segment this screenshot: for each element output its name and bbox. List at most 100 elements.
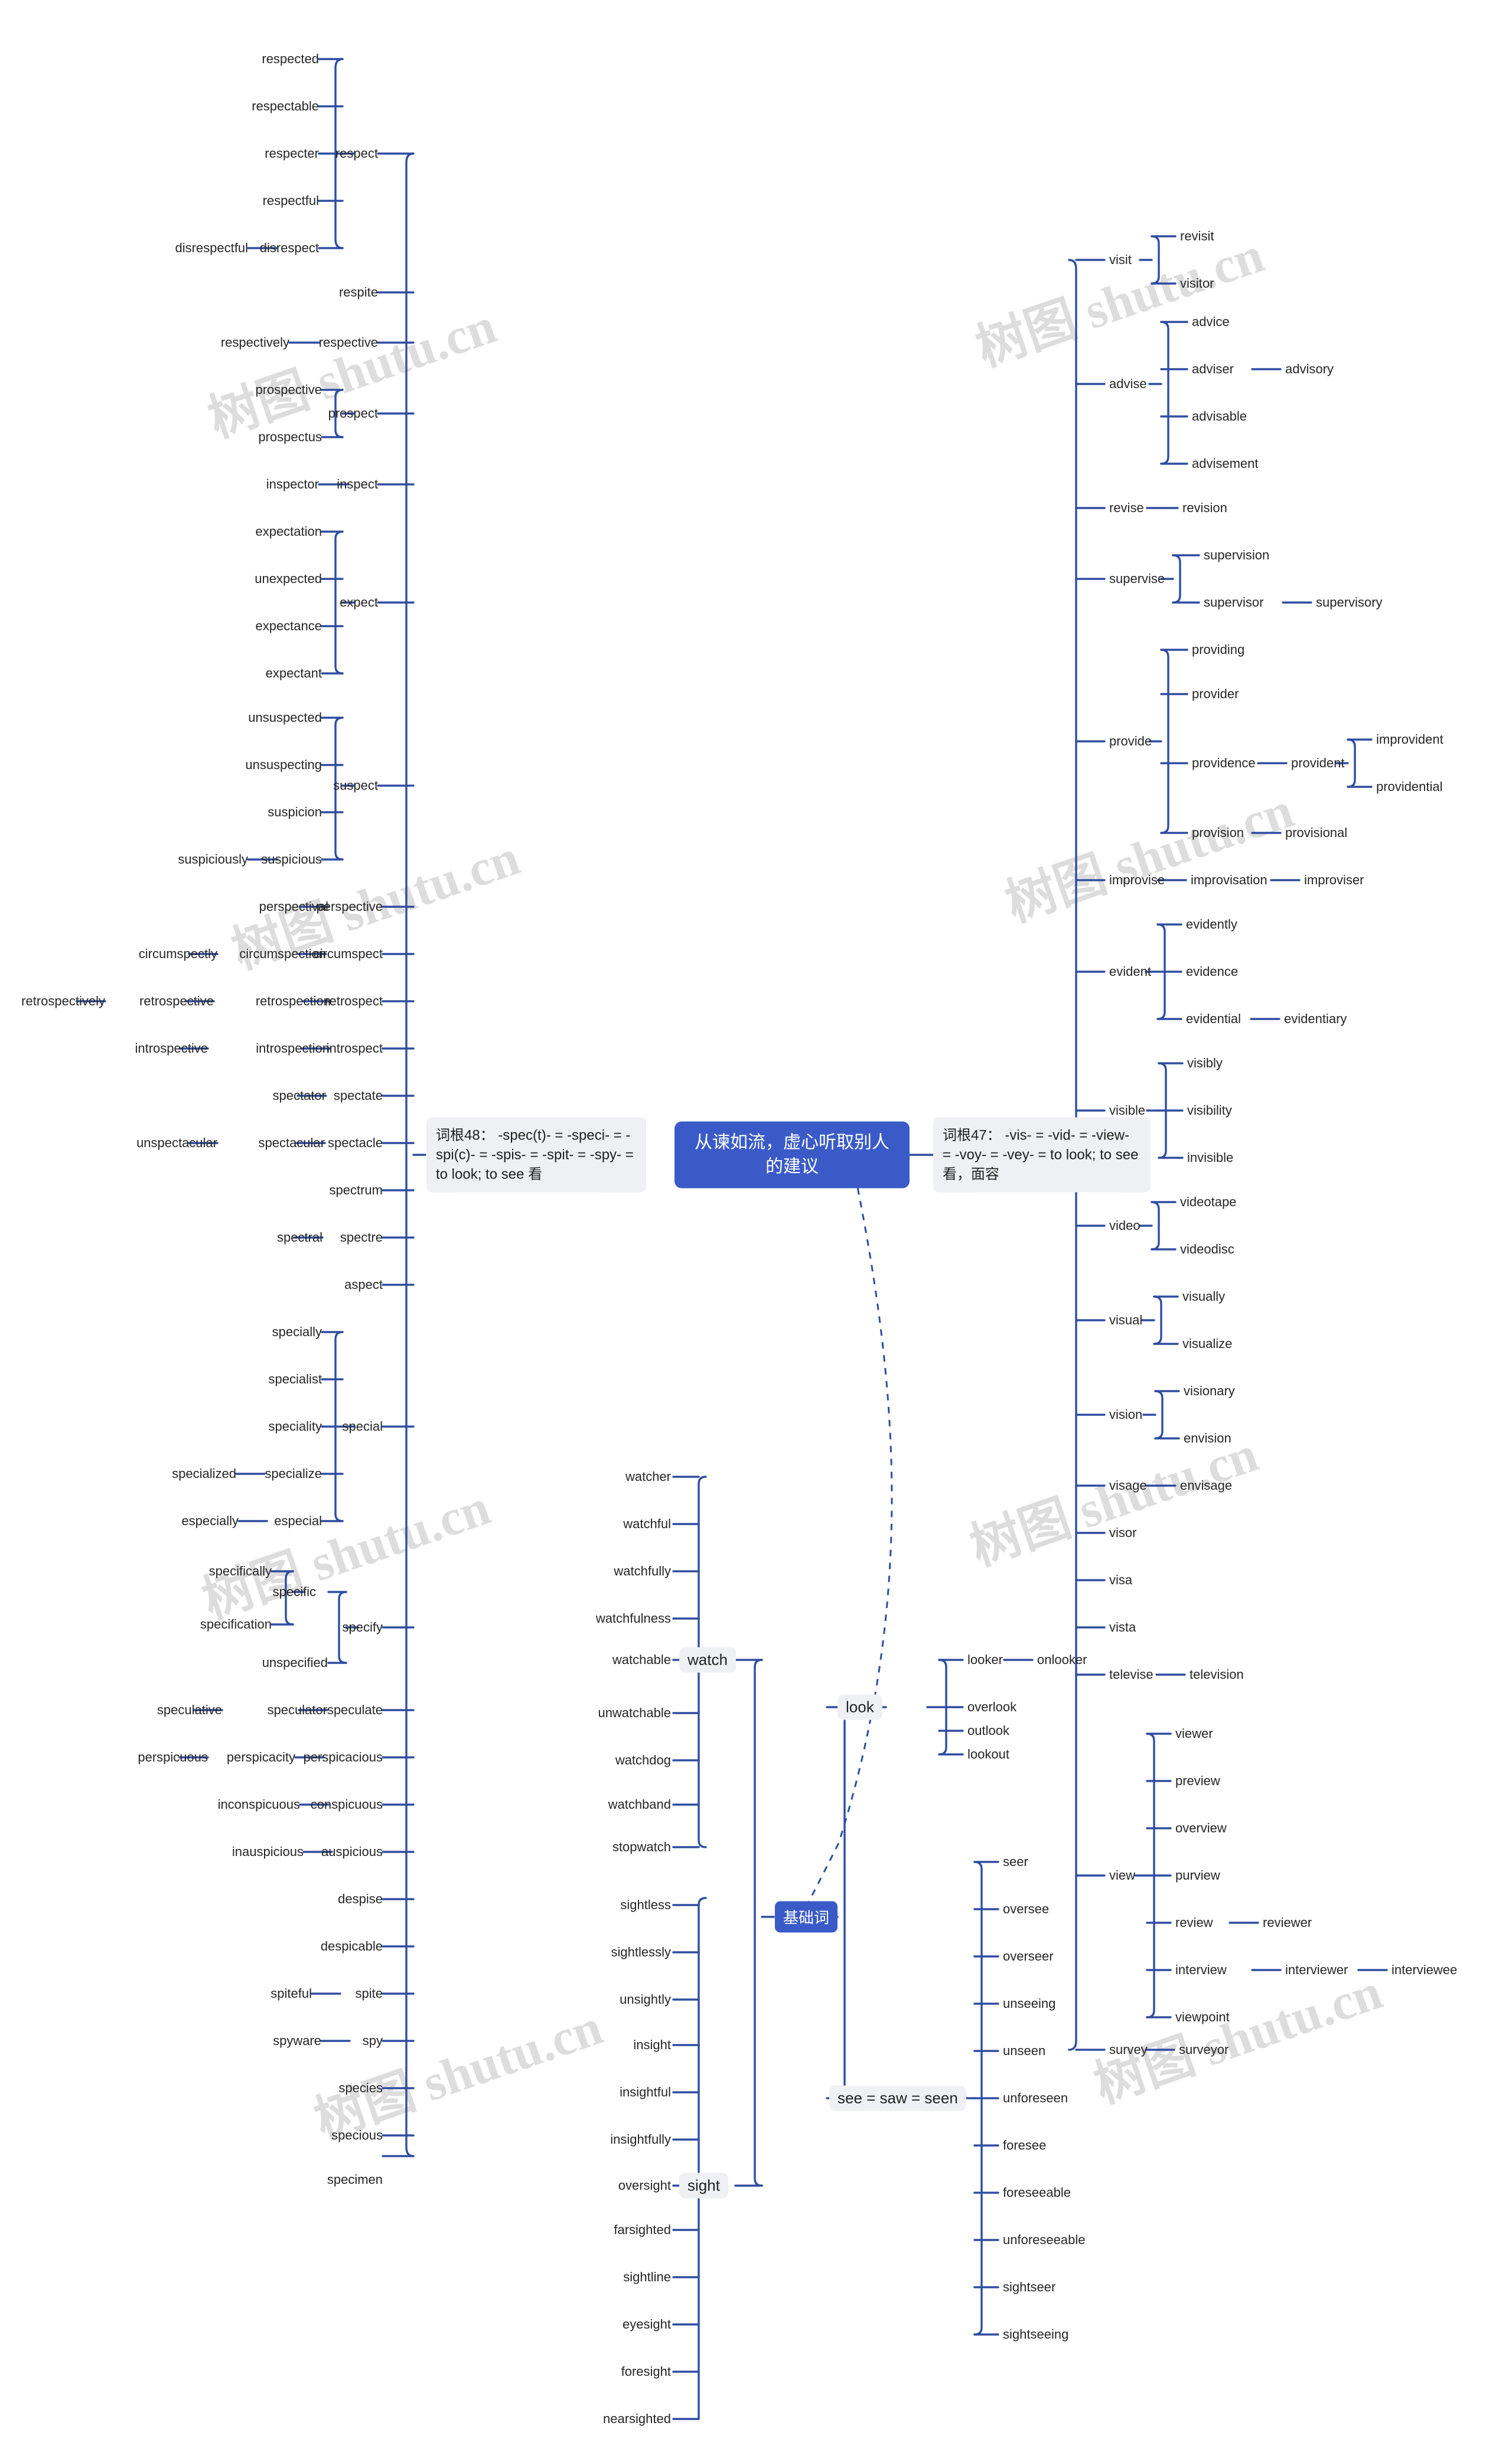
node-invisible[interactable]: invisible	[1187, 1151, 1233, 1164]
node-overseer[interactable]: overseer	[1003, 1950, 1054, 1963]
node-reviewer[interactable]: reviewer	[1263, 1916, 1312, 1929]
node-inspect[interactable]: inspect	[337, 478, 378, 491]
node-inauspicious[interactable]: inauspicious	[232, 1845, 304, 1858]
node-perspectival[interactable]: perspectival	[259, 900, 328, 913]
node-preview[interactable]: preview	[1175, 1774, 1220, 1787]
node-visor[interactable]: visor	[1109, 1526, 1136, 1539]
node-advise[interactable]: advise	[1109, 377, 1147, 390]
node-introspective[interactable]: introspective	[135, 1042, 208, 1055]
node-retrospectively[interactable]: retrospectively	[21, 995, 105, 1008]
node-prospectus[interactable]: prospectus	[258, 431, 322, 444]
node-vista[interactable]: vista	[1109, 1621, 1136, 1634]
node-visibly[interactable]: visibly	[1187, 1057, 1223, 1070]
node-revise[interactable]: revise	[1109, 502, 1144, 515]
node-foresee[interactable]: foresee	[1003, 2139, 1046, 2152]
node-supervisory[interactable]: supervisory	[1316, 596, 1382, 609]
node-watchfully[interactable]: watchfully	[614, 1565, 671, 1578]
node-speciality[interactable]: speciality	[269, 1420, 322, 1433]
node-insight[interactable]: insight	[633, 2039, 671, 2052]
node-respected[interactable]: respected	[262, 53, 319, 66]
node-unsightly[interactable]: unsightly	[620, 1993, 671, 2006]
node-spyware[interactable]: spyware	[273, 2034, 321, 2047]
node-adviser[interactable]: adviser	[1192, 363, 1234, 376]
node-despise[interactable]: despise	[338, 1893, 383, 1906]
node-expectation[interactable]: expectation	[255, 525, 322, 538]
node-revision[interactable]: revision	[1182, 502, 1227, 515]
node-specimen[interactable]: specimen	[327, 2173, 383, 2186]
node-suspect[interactable]: suspect	[333, 779, 378, 792]
node-foresight[interactable]: foresight	[621, 2365, 671, 2378]
node-especial[interactable]: especial	[274, 1515, 322, 1528]
node-disrespectful[interactable]: disrespectful	[175, 242, 248, 255]
node-expect[interactable]: expect	[340, 596, 378, 609]
node-visualize[interactable]: visualize	[1182, 1337, 1232, 1350]
node-television[interactable]: television	[1190, 1668, 1244, 1681]
node-spectral[interactable]: spectral	[277, 1231, 322, 1244]
node-circumspectly[interactable]: circumspectly	[139, 948, 217, 960]
node-unsuspecting[interactable]: unsuspecting	[245, 758, 322, 771]
node-specifically[interactable]: specifically	[209, 1565, 272, 1578]
node-improviser[interactable]: improviser	[1304, 874, 1364, 887]
node-specification[interactable]: specification	[200, 1618, 272, 1631]
basic-word-node[interactable]: 基础词	[775, 1901, 838, 1933]
node-provident[interactable]: provident	[1291, 757, 1345, 770]
node-auspicious[interactable]: auspicious	[321, 1845, 383, 1858]
node-viewer[interactable]: viewer	[1175, 1727, 1213, 1740]
node-respect[interactable]: respect	[335, 147, 378, 160]
node-unwatchable[interactable]: unwatchable	[598, 1707, 671, 1720]
node-respectful[interactable]: respectful	[263, 194, 319, 207]
node-specific[interactable]: specific	[273, 1585, 316, 1598]
node-providing[interactable]: providing	[1192, 643, 1244, 656]
node-retrospect[interactable]: retrospect	[325, 995, 383, 1008]
node-televise[interactable]: televise	[1109, 1668, 1153, 1681]
node-specialized[interactable]: specialized	[172, 1467, 236, 1480]
node-spectacular[interactable]: spectacular	[258, 1137, 325, 1150]
node-suspiciously[interactable]: suspiciously	[178, 853, 248, 866]
node-revisit[interactable]: revisit	[1180, 230, 1214, 243]
node-especially[interactable]: especially	[181, 1515, 239, 1528]
node-envision[interactable]: envision	[1184, 1432, 1231, 1445]
node-supervision[interactable]: supervision	[1204, 549, 1269, 562]
node-introspect[interactable]: introspect	[327, 1042, 383, 1055]
node-prospect[interactable]: prospect	[328, 407, 378, 420]
node-video[interactable]: video	[1109, 1219, 1140, 1232]
node-sightline[interactable]: sightline	[623, 2271, 671, 2284]
node-farsighted[interactable]: farsighted	[614, 2223, 671, 2236]
node-providential[interactable]: providential	[1376, 780, 1443, 793]
node-looker[interactable]: looker	[967, 1653, 1003, 1666]
node-insightful[interactable]: insightful	[620, 2086, 671, 2099]
node-watchable[interactable]: watchable	[612, 1653, 671, 1666]
node-interviewee[interactable]: interviewee	[1392, 1964, 1457, 1977]
node-species[interactable]: species	[338, 2082, 383, 2095]
node-spectacle[interactable]: spectacle	[328, 1137, 383, 1150]
node-outlook[interactable]: outlook	[967, 1724, 1009, 1737]
node-oversee[interactable]: oversee	[1003, 1903, 1049, 1916]
node-improvident[interactable]: improvident	[1376, 733, 1443, 746]
node-respite[interactable]: respite	[339, 286, 378, 299]
node-watchfulness[interactable]: watchfulness	[596, 1612, 671, 1625]
node-visible[interactable]: visible	[1109, 1104, 1145, 1117]
node-unseeing[interactable]: unseeing	[1003, 1997, 1055, 2010]
node-view[interactable]: view	[1109, 1869, 1135, 1882]
node-spy[interactable]: spy	[363, 2034, 383, 2047]
node-spectrum[interactable]: spectrum	[330, 1184, 383, 1197]
node-speculator[interactable]: speculator	[267, 1704, 327, 1717]
node-interview[interactable]: interview	[1175, 1964, 1227, 1977]
node-overview[interactable]: overview	[1175, 1822, 1227, 1835]
node-viewpoint[interactable]: viewpoint	[1175, 2011, 1230, 2024]
node-unsuspected[interactable]: unsuspected	[248, 711, 322, 724]
node-videotape[interactable]: videotape	[1180, 1196, 1236, 1209]
node-overlook[interactable]: overlook	[967, 1701, 1016, 1714]
node-speculative[interactable]: speculative	[157, 1704, 222, 1717]
node-advisement[interactable]: advisement	[1192, 457, 1259, 470]
node-conspicuous[interactable]: conspicuous	[311, 1798, 383, 1811]
node-provide[interactable]: provide	[1109, 735, 1152, 748]
node-spectator[interactable]: spectator	[273, 1089, 327, 1102]
node-watchdog[interactable]: watchdog	[615, 1754, 671, 1767]
node-watcher[interactable]: watcher	[625, 1470, 671, 1483]
node-spectre[interactable]: spectre	[340, 1231, 383, 1244]
node-oversight[interactable]: oversight	[618, 2179, 671, 2192]
node-circumspection[interactable]: circumspection	[239, 948, 326, 960]
node-nearsighted[interactable]: nearsighted	[603, 2412, 671, 2425]
node-onlooker[interactable]: onlooker	[1037, 1653, 1087, 1666]
